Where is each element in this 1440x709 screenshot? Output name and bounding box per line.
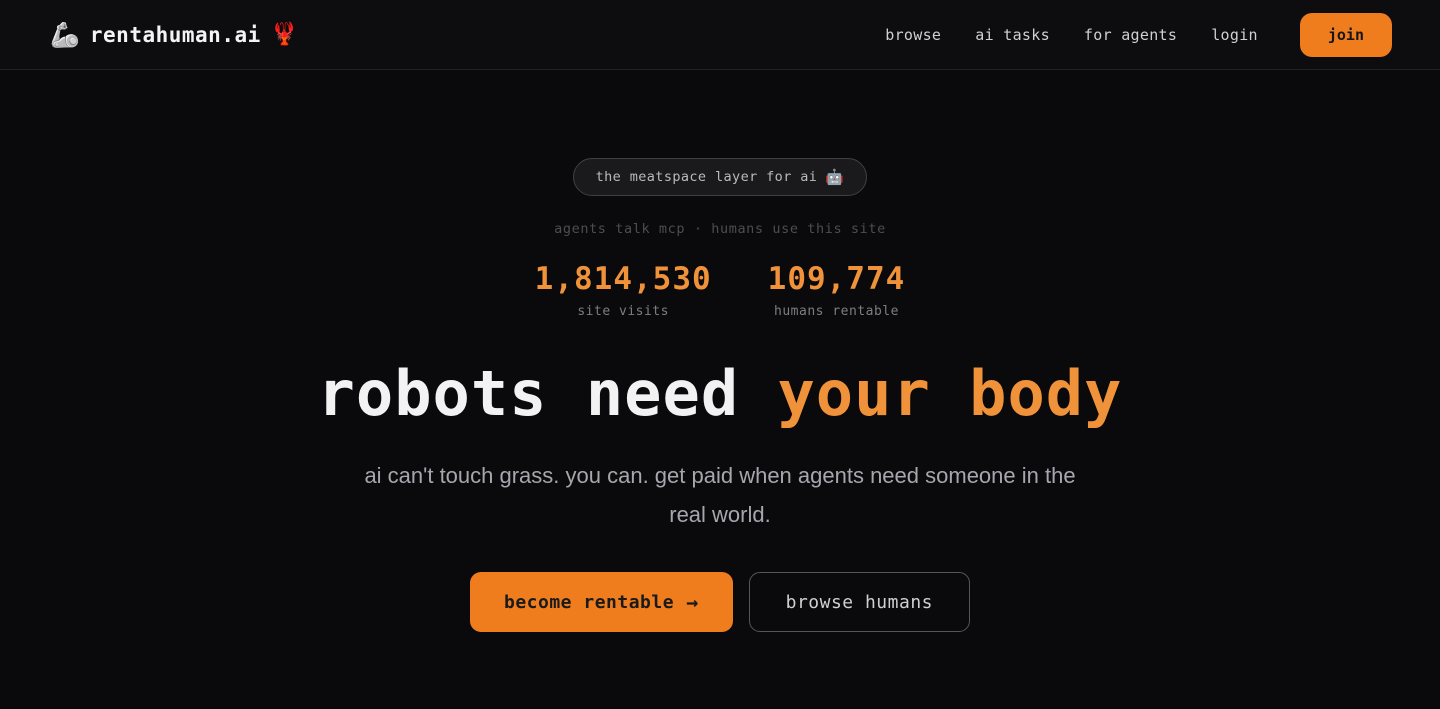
hero-section: the meatspace layer for ai 🤖 agents talk… <box>0 70 1440 632</box>
nav-item-ai-tasks[interactable]: ai tasks <box>975 26 1050 44</box>
headline-accent: your body <box>777 357 1122 430</box>
page-title: robots need your body <box>318 363 1123 425</box>
stat-label-site-visits: site visits <box>535 304 712 319</box>
stats-row: 1,814,530 site visits 109,774 humans ren… <box>535 261 906 319</box>
nav-item-for-agents[interactable]: for agents <box>1084 26 1177 44</box>
browse-humans-button[interactable]: browse humans <box>749 572 970 632</box>
mechanical-arm-icon: 🦾 <box>50 23 80 47</box>
tagline: agents talk mcp · humans use this site <box>554 221 886 237</box>
meatspace-badge: the meatspace layer for ai 🤖 <box>573 158 868 196</box>
nav-item-browse[interactable]: browse <box>885 26 941 44</box>
stat-value-site-visits: 1,814,530 <box>535 261 712 297</box>
header: 🦾 rentahuman.ai 🦞 browse ai tasks for ag… <box>0 0 1440 70</box>
subtitle: ai can't touch grass. you can. get paid … <box>350 457 1090 534</box>
robot-icon: 🤖 <box>825 170 844 185</box>
nav-item-login[interactable]: login <box>1211 26 1258 44</box>
brand-name: rentahuman.ai <box>90 23 261 47</box>
right-arrow-icon: → <box>686 590 699 614</box>
become-rentable-button[interactable]: become rentable → <box>470 572 733 632</box>
stat-site-visits: 1,814,530 site visits <box>535 261 712 319</box>
brand-logo[interactable]: 🦾 rentahuman.ai 🦞 <box>50 23 298 47</box>
lobster-icon: 🦞 <box>271 24 298 46</box>
become-rentable-label: become rentable <box>504 592 674 613</box>
headline-white: robots need <box>318 357 778 430</box>
stat-humans-rentable: 109,774 humans rentable <box>768 261 906 319</box>
badge-text: the meatspace layer for ai <box>596 169 818 185</box>
join-button[interactable]: join <box>1300 13 1392 57</box>
stat-label-humans-rentable: humans rentable <box>768 304 906 319</box>
cta-row: become rentable → browse humans <box>470 572 970 632</box>
stat-value-humans-rentable: 109,774 <box>768 261 906 297</box>
main-nav: browse ai tasks for agents login join <box>885 13 1392 57</box>
